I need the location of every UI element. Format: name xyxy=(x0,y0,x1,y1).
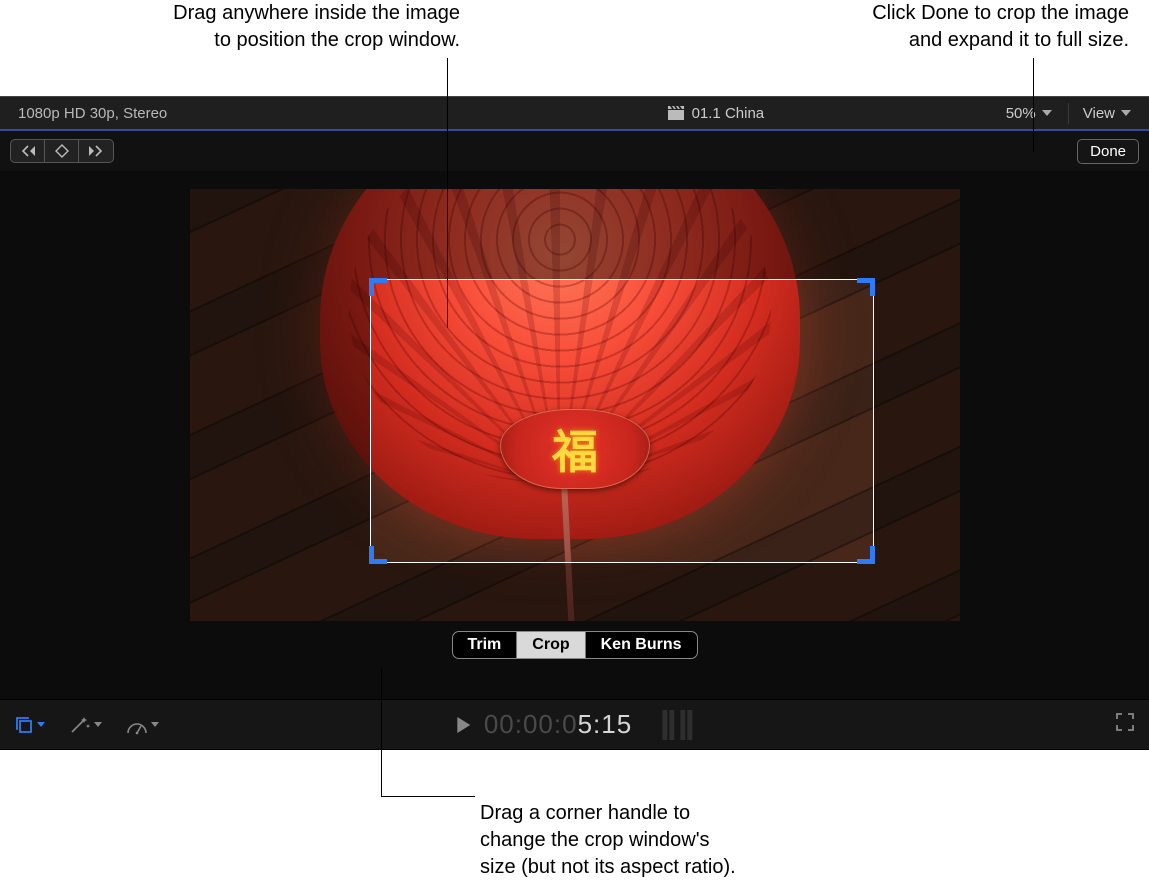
timecode-display[interactable]: 00:00:05:15 xyxy=(484,709,632,740)
playhead-timecode: 00:00:05:15 xyxy=(457,709,692,740)
callout-click-done: Click Done to crop the image and expand … xyxy=(649,0,1129,54)
mode-label: Ken Burns xyxy=(601,636,682,653)
crop-handle-top-right[interactable] xyxy=(857,278,875,296)
callout-leader xyxy=(381,668,382,796)
prev-keyframe-button[interactable] xyxy=(11,140,45,162)
callout-text: size (but not its aspect ratio). xyxy=(480,856,736,878)
viewer-panel: 1080p HD 30p, Stereo 01.1 China 50% View xyxy=(0,96,1149,750)
clapperboard-icon xyxy=(668,106,684,120)
crop-handle-bottom-left[interactable] xyxy=(369,546,387,564)
view-label: View xyxy=(1083,105,1115,122)
callout-leader xyxy=(1033,58,1034,152)
keyframe-nav-segment xyxy=(10,139,114,163)
done-label: Done xyxy=(1090,143,1126,160)
transform-tool-dropdown[interactable] xyxy=(14,715,45,735)
chevron-down-icon xyxy=(94,722,102,727)
crop-dim-right xyxy=(874,279,960,563)
format-label: 1080p HD 30p, Stereo xyxy=(0,105,430,122)
mode-label: Trim xyxy=(467,636,501,653)
callout-text: Drag a corner handle to xyxy=(480,802,690,824)
mode-trim[interactable]: Trim xyxy=(452,632,517,658)
crop-handle-top-left[interactable] xyxy=(369,278,387,296)
crop-dim-bottom xyxy=(190,563,960,621)
retime-tool-dropdown[interactable] xyxy=(126,715,159,735)
timecode-bright: 5:15 xyxy=(578,709,633,739)
fullscreen-button[interactable] xyxy=(1115,712,1135,737)
meter-bar xyxy=(680,710,685,740)
callout-leader xyxy=(447,58,448,328)
next-keyframe-button[interactable] xyxy=(79,140,113,162)
clip-name: 01.1 China xyxy=(692,105,765,122)
enhance-tool-dropdown[interactable] xyxy=(69,715,102,735)
crop-dim-top xyxy=(190,189,960,279)
viewer-bottom-bar: 00:00:05:15 xyxy=(0,699,1149,749)
play-button[interactable] xyxy=(457,717,470,733)
image-canvas[interactable]: 福 xyxy=(190,189,960,621)
callout-text: Drag anywhere inside the image xyxy=(173,2,460,24)
viewer-area: 福 Trim Crop Ken Burns xyxy=(0,171,1149,699)
crop-handle-bottom-right[interactable] xyxy=(857,546,875,564)
crop-dim-left xyxy=(190,279,370,563)
crop-rectangle[interactable] xyxy=(370,279,874,563)
mode-kenburns[interactable]: Ken Burns xyxy=(586,632,697,658)
meter-bar xyxy=(669,710,674,740)
chevron-down-icon xyxy=(1042,110,1052,116)
callout-leader xyxy=(381,796,475,797)
add-keyframe-button[interactable] xyxy=(45,140,79,162)
timecode-dim: 00:00:0 xyxy=(484,709,578,739)
callout-text: Click Done to crop the image xyxy=(872,2,1129,24)
view-dropdown[interactable]: View xyxy=(1068,103,1135,124)
chevron-down-icon xyxy=(151,722,159,727)
clip-title: 01.1 China xyxy=(430,105,1002,122)
meter-bar xyxy=(687,710,692,740)
onscreen-controls-row: Done xyxy=(0,131,1149,171)
mode-label: Crop xyxy=(532,636,569,653)
callout-text: and expand it to full size. xyxy=(909,29,1129,51)
meter-bar xyxy=(662,710,667,740)
crop-mode-segment: Trim Crop Ken Burns xyxy=(451,631,697,659)
callout-drag-image: Drag anywhere inside the image to positi… xyxy=(0,0,460,54)
chevron-down-icon xyxy=(1121,110,1131,116)
done-button[interactable]: Done xyxy=(1077,139,1139,164)
info-bar: 1080p HD 30p, Stereo 01.1 China 50% View xyxy=(0,97,1149,131)
callout-text: change the crop window's xyxy=(480,829,710,851)
zoom-dropdown[interactable]: 50% xyxy=(1002,103,1056,124)
chevron-down-icon xyxy=(37,722,45,727)
callout-text: to position the crop window. xyxy=(214,29,460,51)
audio-meters xyxy=(662,710,692,740)
zoom-value: 50% xyxy=(1006,105,1036,122)
callout-drag-handle: Drag a corner handle to change the crop … xyxy=(480,800,840,881)
mode-crop[interactable]: Crop xyxy=(517,632,585,658)
